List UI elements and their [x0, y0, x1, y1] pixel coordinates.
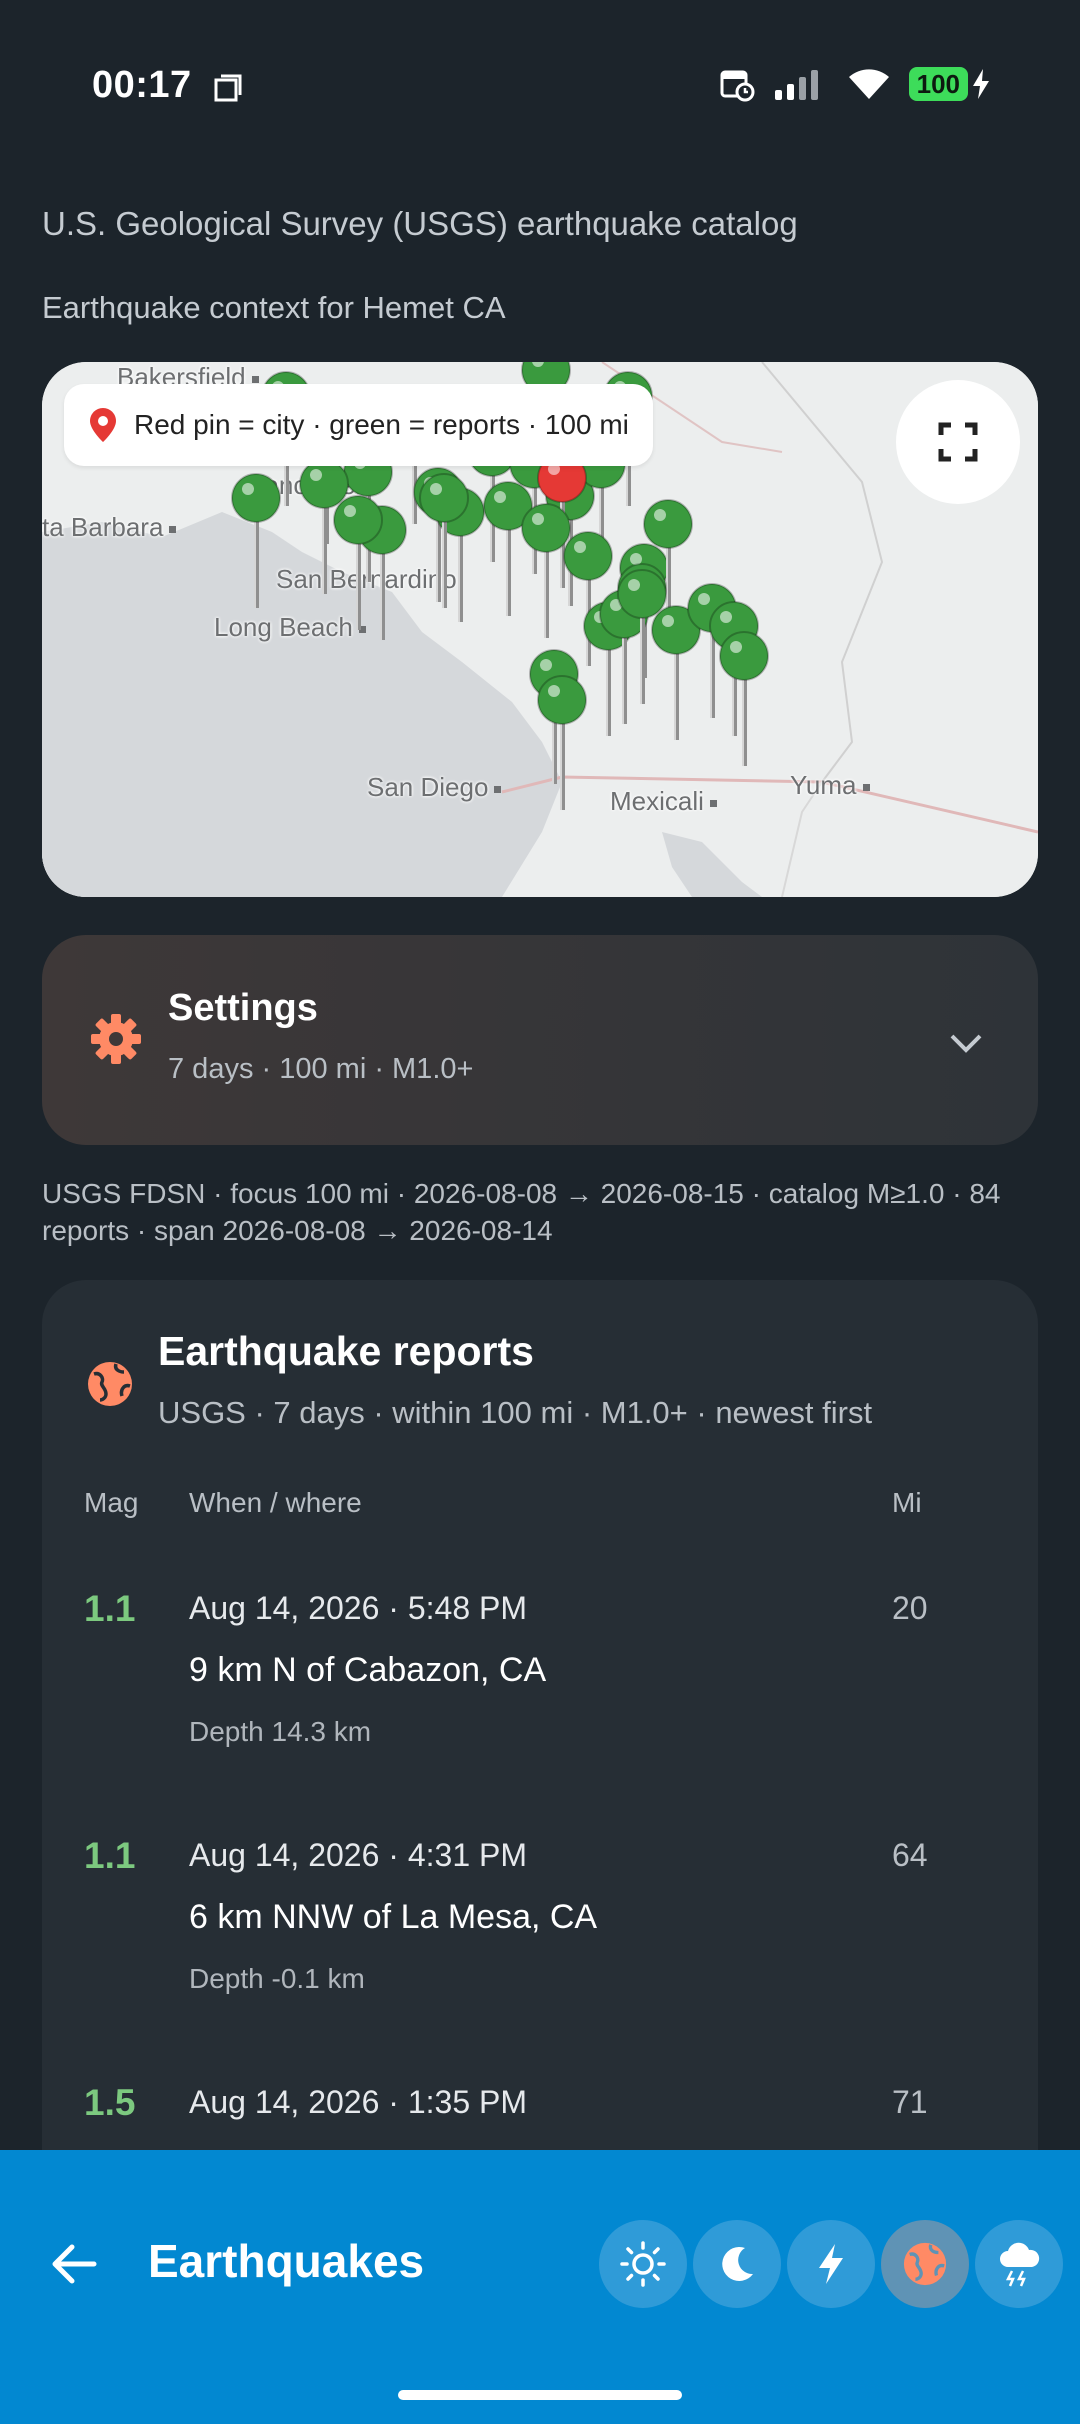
row-depth: Depth 14.3 km — [189, 1716, 372, 1747]
map-legend: Red pin = city · green = reports · 100 m… — [64, 384, 653, 466]
screenshot-notification-icon — [214, 74, 242, 102]
nav-lightning-button[interactable] — [787, 2220, 875, 2308]
globe-icon — [903, 2242, 947, 2286]
reports-subtitle: USGS · 7 days · within 100 mi · M1.0+ · … — [158, 1395, 873, 1430]
report-pin-marker[interactable] — [418, 472, 470, 612]
column-header-mi: Mi — [892, 1487, 922, 1518]
globe-icon — [88, 1362, 132, 1406]
nav-storm-button[interactable] — [975, 2220, 1063, 2308]
row-magnitude: 1.5 — [84, 2082, 136, 2123]
fullscreen-button[interactable] — [896, 380, 1020, 504]
column-header-mag: Mag — [84, 1487, 139, 1518]
row-magnitude: 1.1 — [84, 1835, 136, 1876]
settings-card[interactable]: Settings 7 days · 100 mi · M1.0+ — [42, 935, 1038, 1145]
settings-summary: 7 days · 100 mi · M1.0+ — [168, 1053, 474, 1085]
map-label-santa-barbara: ta Barbara — [42, 512, 177, 543]
fullscreen-icon — [938, 422, 978, 462]
home-indicator[interactable] — [398, 2390, 682, 2400]
row-time: Aug 14, 2026 · 5:48 PM — [189, 1590, 527, 1626]
map-label-mexicali: Mexicali — [610, 786, 717, 817]
gear-icon — [91, 1014, 141, 1064]
reports-title: Earthquake reports — [158, 1328, 534, 1374]
settings-title: Settings — [168, 987, 318, 1029]
moon-icon — [722, 2246, 753, 2281]
table-row[interactable]: 1.1 Aug 14, 2026 · 4:31 PM 6 km NNW of L… — [42, 1835, 1038, 2075]
row-time: Aug 14, 2026 · 4:31 PM — [189, 1837, 527, 1873]
context-caption: Earthquake context for Hemet CA — [42, 290, 506, 325]
calendar-clock-icon — [720, 70, 755, 102]
row-depth: Depth -0.1 km — [189, 1963, 365, 1994]
chevron-down-icon[interactable] — [946, 1023, 986, 1063]
row-distance: 20 — [892, 1590, 928, 1626]
screen-title: Earthquakes — [148, 2235, 425, 2287]
battery-level: 100 — [908, 67, 968, 101]
bottom-app-bar: Earthquakes — [0, 2150, 1080, 2424]
report-pin-marker[interactable] — [536, 674, 588, 814]
table-row[interactable]: 1.1 Aug 14, 2026 · 5:48 PM 9 km N of Cab… — [42, 1588, 1038, 1828]
row-place: 9 km N of Cabazon, CA — [189, 1651, 547, 1689]
query-meta: USGS FDSN · focus 100 mi · 2026-08-08 → … — [42, 1178, 1001, 1246]
location-pin-icon — [90, 408, 116, 442]
status-time: 00:17 — [92, 64, 192, 106]
earthquake-reports-card: Earthquake reports USGS · 7 days · withi… — [42, 1280, 1038, 2280]
source-caption: U.S. Geological Survey (USGS) earthquake… — [42, 205, 798, 242]
nav-weather-button[interactable] — [599, 2220, 687, 2308]
signal-icon — [774, 70, 818, 100]
row-magnitude: 1.1 — [84, 1588, 136, 1629]
column-header-when-where: When / where — [189, 1487, 362, 1518]
lightning-icon — [819, 2244, 843, 2284]
map-label-san-diego: San Diego — [367, 772, 502, 803]
report-pin-marker[interactable] — [230, 472, 282, 612]
back-arrow-icon[interactable] — [44, 2234, 104, 2294]
wifi-icon — [848, 69, 889, 99]
storm-cloud-icon — [1000, 2242, 1040, 2287]
status-icons: 100 — [719, 66, 990, 102]
charging-bolt-icon — [973, 69, 989, 99]
battery-indicator: 100 — [908, 67, 990, 101]
row-time: Aug 14, 2026 · 1:35 PM — [189, 2084, 527, 2120]
map-legend-text: Red pin = city · green = reports · 100 m… — [134, 409, 629, 440]
nav-earthquakes-button[interactable] — [881, 2220, 969, 2308]
row-distance: 64 — [892, 1837, 928, 1873]
status-bar: 00:17 100 — [0, 0, 1080, 170]
sun-icon — [620, 2241, 666, 2287]
row-distance: 71 — [892, 2084, 928, 2120]
report-pin-marker[interactable] — [718, 630, 770, 770]
nav-night-button[interactable] — [693, 2220, 781, 2308]
report-pin-marker[interactable] — [332, 494, 384, 634]
row-place: 6 km NNW of La Mesa, CA — [189, 1898, 598, 1936]
map-label-yuma: Yuma — [790, 770, 870, 801]
earthquake-map[interactable]: Bakersfield Lancaster ta Barbara San Ber… — [42, 362, 1038, 897]
